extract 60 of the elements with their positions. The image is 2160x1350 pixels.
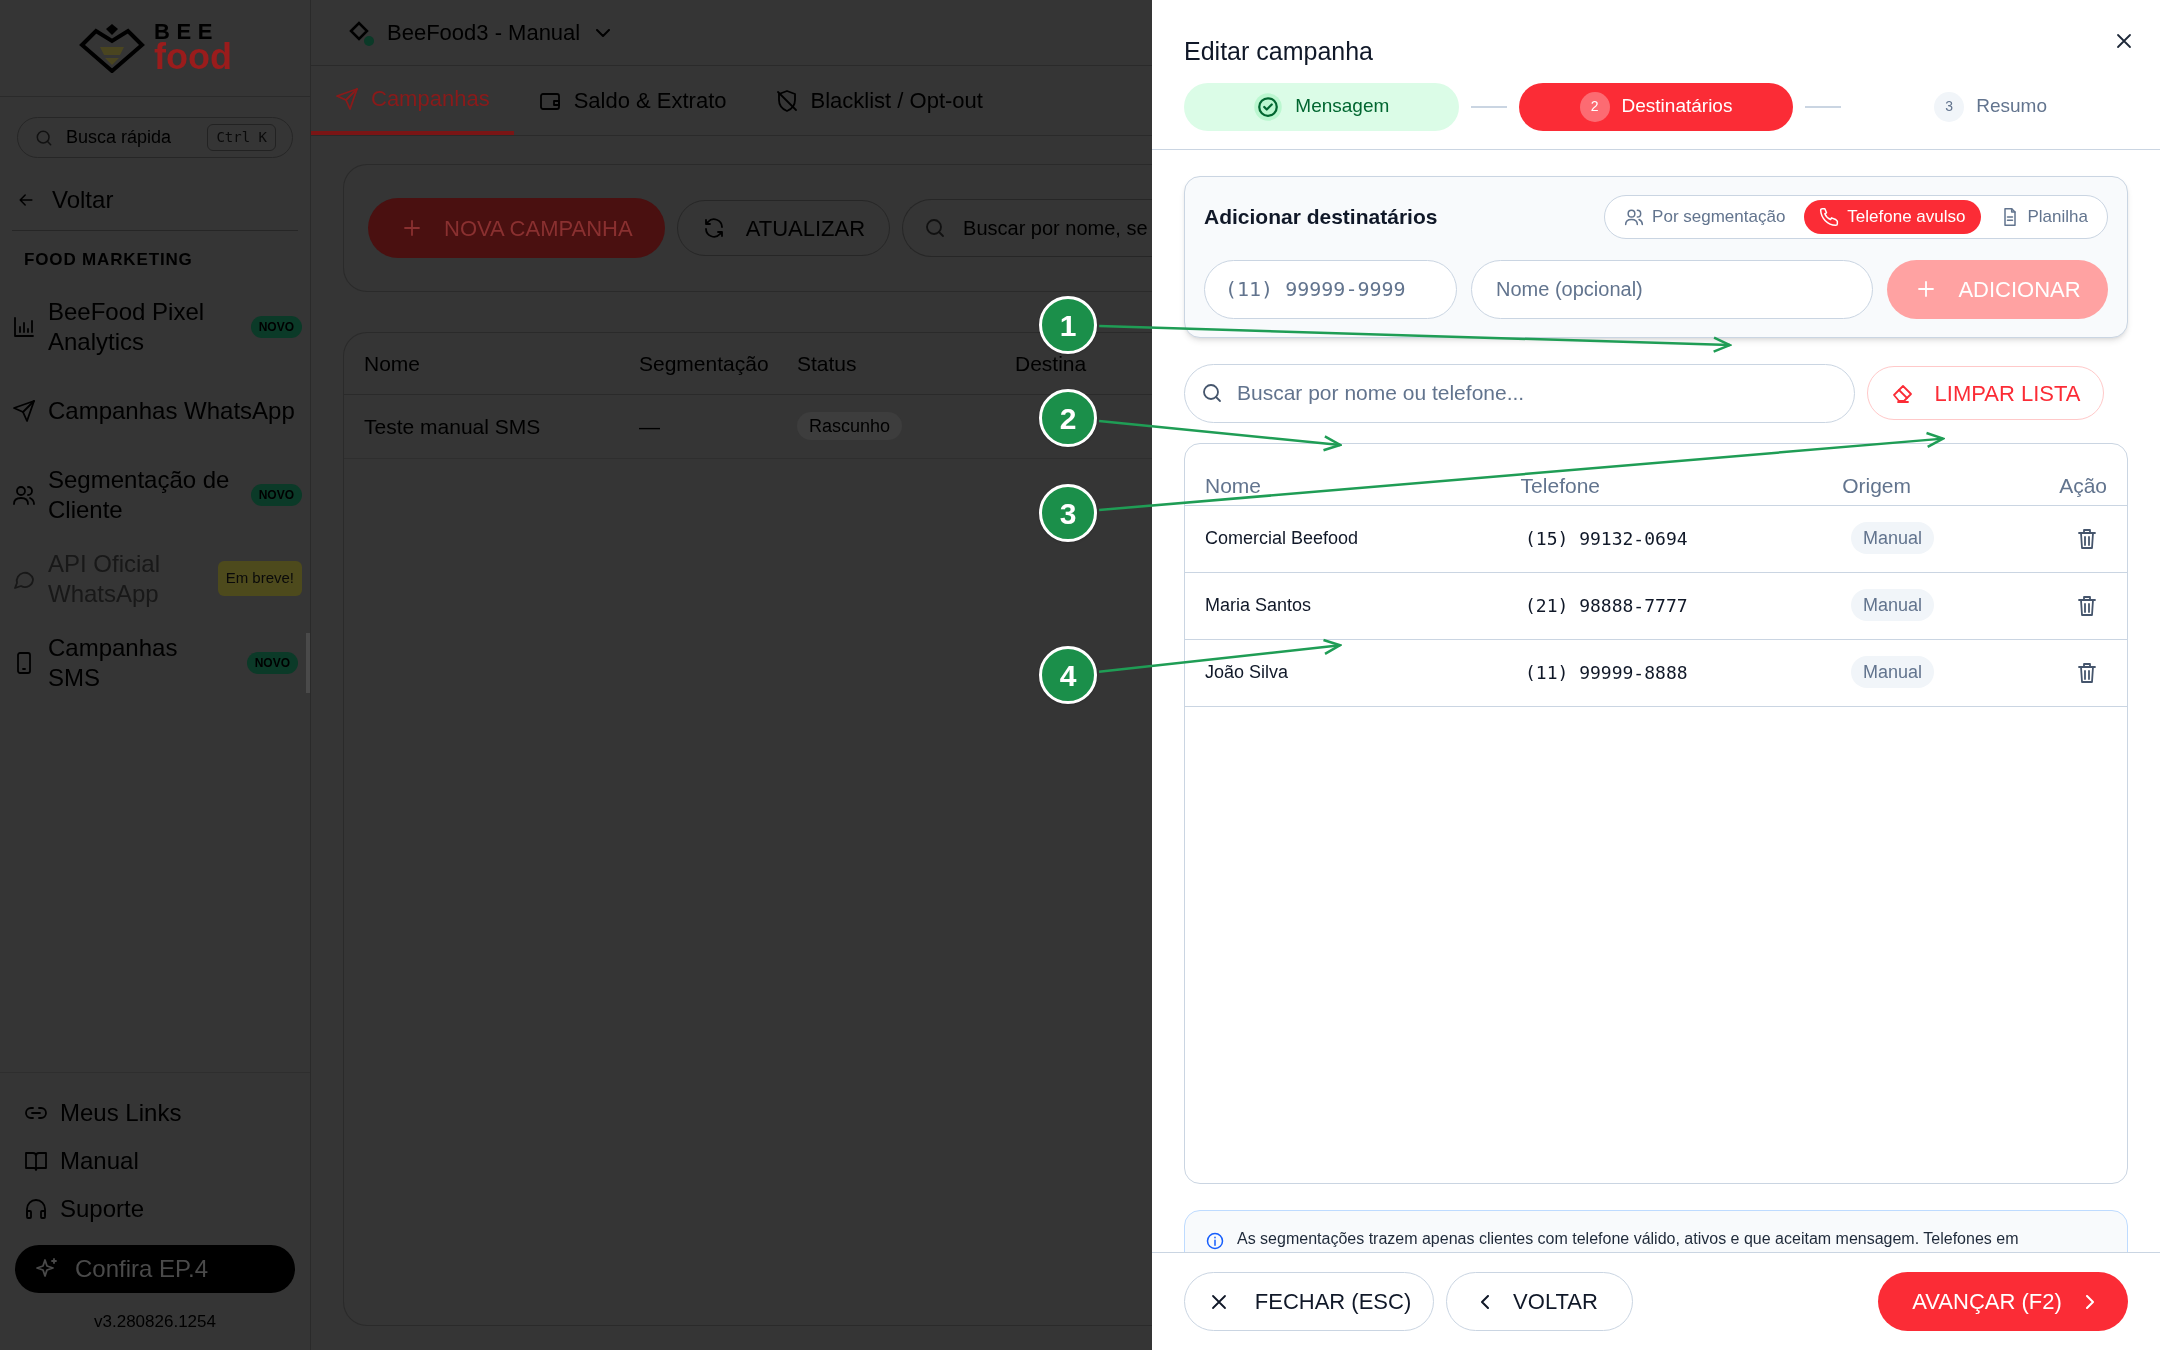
table-cell: Comercial Beefood [1205, 528, 1359, 548]
table-cell: — [639, 414, 660, 438]
trash-icon [2075, 526, 2099, 551]
column-header: Nome [1205, 474, 1262, 497]
origin-badge: Manual [1851, 522, 1935, 554]
table-cell: João Silva [1205, 662, 1289, 682]
column-header: Origem [1842, 474, 1911, 497]
callout-number: 4 [1039, 646, 1097, 704]
list-search-field[interactable]: Buscar por nome ou telefone... [1184, 363, 1855, 423]
chevron-left-icon [1481, 1294, 1490, 1309]
delete-button[interactable] [2075, 660, 2099, 685]
promo-button[interactable]: Confira EP.4 [15, 1244, 295, 1293]
table-cell: (21) 98888-7777 [1525, 595, 1688, 616]
chevron-right-icon [2085, 1294, 2094, 1309]
step-number: 2 [1579, 91, 1610, 122]
delete-button[interactable] [2075, 526, 2099, 551]
callout-number: 2 [1039, 389, 1097, 447]
mode-option[interactable]: Telefone avulso [1804, 199, 1981, 234]
origin-badge: Manual [1851, 656, 1935, 688]
status-badge: Em breve! [217, 561, 302, 596]
table-cell: (11) 99999-8888 [1525, 662, 1688, 683]
status-badge: NOVO [246, 651, 298, 674]
delete-button[interactable] [2075, 593, 2099, 618]
headset-icon [24, 1196, 48, 1221]
card-title: Adicionar destinatários [1204, 203, 1438, 230]
mode-option[interactable]: Por segmentação [1609, 199, 1801, 234]
info-icon [1205, 1230, 1225, 1251]
dialog-title: Editar campanha [1184, 36, 1373, 67]
logo-text: food [154, 39, 232, 75]
bee-logo-icon [78, 23, 146, 73]
step-pill[interactable]: 2 Destinatários [1518, 82, 1794, 131]
callout-number: 1 [1039, 296, 1097, 354]
trash-icon [2075, 593, 2099, 618]
status-badge: NOVO [250, 315, 302, 338]
paper-plane-icon [12, 398, 36, 423]
shield-off-icon [774, 88, 799, 113]
status-badge: NOVO [250, 483, 302, 506]
name-field[interactable]: Nome (opcional) [1471, 259, 1873, 319]
step-pill[interactable]: Mensagem [1184, 82, 1459, 131]
tab[interactable]: Campanhas [311, 66, 514, 135]
new-campaign-button[interactable]: NOVA CAMPANHA [368, 198, 665, 258]
phone-icon [1819, 206, 1840, 227]
chevron-down-icon [596, 28, 611, 37]
trash-icon [2075, 660, 2099, 685]
column-header: Ação [2059, 474, 2107, 497]
status-badge: Rascunho [797, 412, 903, 440]
next-button[interactable]: AVANÇAR (F2) [1878, 1272, 2128, 1331]
callout-number: 3 [1039, 484, 1097, 542]
column-header: Telefone [1520, 474, 1600, 497]
origin-badge: Manual [1851, 589, 1935, 621]
check-circle-icon [1253, 91, 1284, 122]
mode-option[interactable]: Planilha [1984, 199, 2103, 234]
bar-chart-icon [12, 314, 36, 339]
paper-plane-icon [335, 86, 359, 111]
phone-field[interactable]: (11) 99999-9999 [1204, 259, 1457, 319]
table-cell: Maria Santos [1205, 595, 1312, 615]
info-text: As segmentações trazem apenas clientes com telefone válido, ativos e que aceitam mensagem. Telefones em [1237, 1228, 2019, 1249]
table-cell: (15) 99132-0694 [1525, 528, 1688, 549]
step-pill[interactable]: 3 Resumo [1853, 82, 2128, 131]
step-number: 3 [1934, 91, 1965, 122]
